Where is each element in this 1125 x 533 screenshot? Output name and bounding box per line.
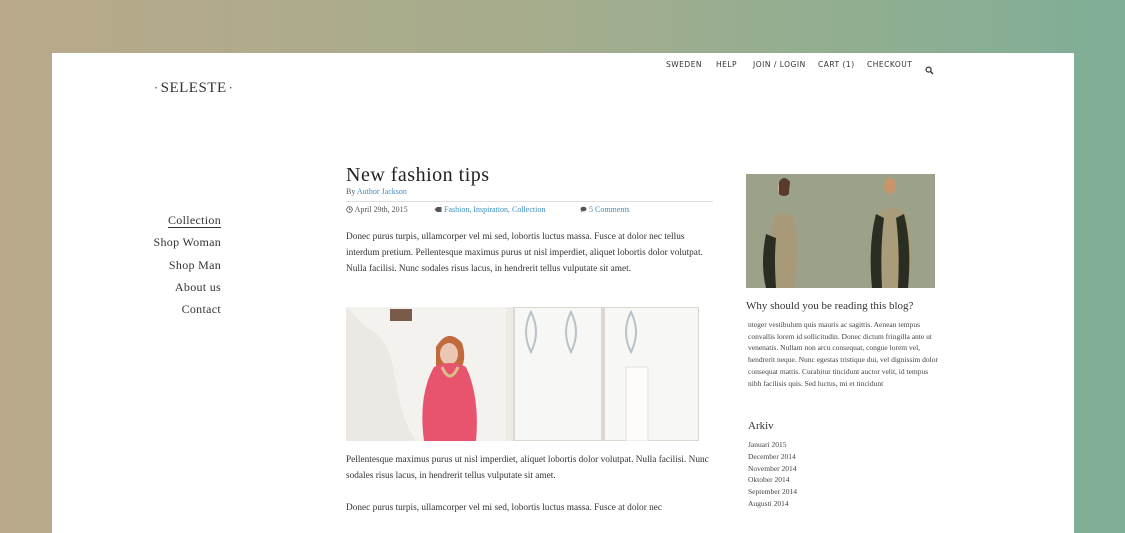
archive-heading: Arkiv xyxy=(748,420,774,432)
page: SWEDEN HELP JOIN / LOGIN CART (1) CHECKO… xyxy=(52,53,1074,533)
post-paragraph: Pellentesque maximus purus ut nisl imper… xyxy=(346,455,709,481)
tag-icon xyxy=(434,207,442,212)
post-date: April 29th, 2015 xyxy=(346,205,408,214)
post-paragraph: Donec purus turpis, ullamcorper vel mi s… xyxy=(346,232,703,274)
nav-sweden[interactable]: SWEDEN xyxy=(666,60,702,69)
archive-item[interactable]: Augusti 2014 xyxy=(748,498,797,510)
comments-link[interactable]: 5 Comments xyxy=(589,205,630,214)
logo[interactable]: SELESTE xyxy=(152,80,235,97)
tags-link[interactable]: Fashion, Inspiration, Collection xyxy=(444,205,545,214)
nav-cart[interactable]: CART (1) xyxy=(818,60,855,69)
nav-help[interactable]: HELP xyxy=(716,60,737,69)
sidenav-contact[interactable]: Contact xyxy=(154,301,221,323)
post-comments: 5 Comments xyxy=(580,205,630,214)
archive-item[interactable]: Oktober 2014 xyxy=(748,474,797,486)
post-byline: By Author Jackson xyxy=(346,187,407,196)
search-icon[interactable] xyxy=(925,60,934,79)
sidenav-shop-woman[interactable]: Shop Woman xyxy=(154,234,221,256)
post-title[interactable]: New fashion tips xyxy=(346,164,490,187)
post-paragraph: Donec purus turpis, ullamcorper vel mi s… xyxy=(346,503,663,513)
side-nav: Collection Shop Woman Shop Man About us … xyxy=(154,212,221,323)
nav-join-login[interactable]: JOIN / LOGIN xyxy=(753,60,806,69)
nav-checkout[interactable]: CHECKOUT xyxy=(867,60,912,69)
archive-item[interactable]: December 2014 xyxy=(748,451,797,463)
post-image xyxy=(346,307,699,441)
clock-icon xyxy=(346,206,353,213)
divider xyxy=(346,201,713,202)
archive-item[interactable]: Januari 2015 xyxy=(748,439,797,451)
sidebar-text: nteger vestibulum quis mauris ac sagitti… xyxy=(748,320,938,388)
archive-item[interactable]: September 2014 xyxy=(748,486,797,498)
post-tags: Fashion, Inspiration, Collection xyxy=(434,205,545,214)
sidenav-shop-man[interactable]: Shop Man xyxy=(154,257,221,279)
sidenav-collection[interactable]: Collection xyxy=(154,212,221,234)
by-label: By xyxy=(346,187,356,196)
author-link[interactable]: Author Jackson xyxy=(357,187,407,196)
archive-item[interactable]: November 2014 xyxy=(748,463,797,475)
comment-icon xyxy=(580,206,587,213)
date-text: April 29th, 2015 xyxy=(354,205,408,214)
sidebar-heading: Why should you be reading this blog? xyxy=(746,300,914,312)
sidebar-image xyxy=(746,174,935,288)
post-meta: April 29th, 2015 Fashion, Inspiration, C… xyxy=(346,205,726,217)
archive-list: Januari 2015 December 2014 November 2014… xyxy=(748,439,797,510)
top-nav: SWEDEN HELP JOIN / LOGIN CART (1) CHECKO… xyxy=(52,60,1074,75)
sidenav-about-us[interactable]: About us xyxy=(154,279,221,301)
